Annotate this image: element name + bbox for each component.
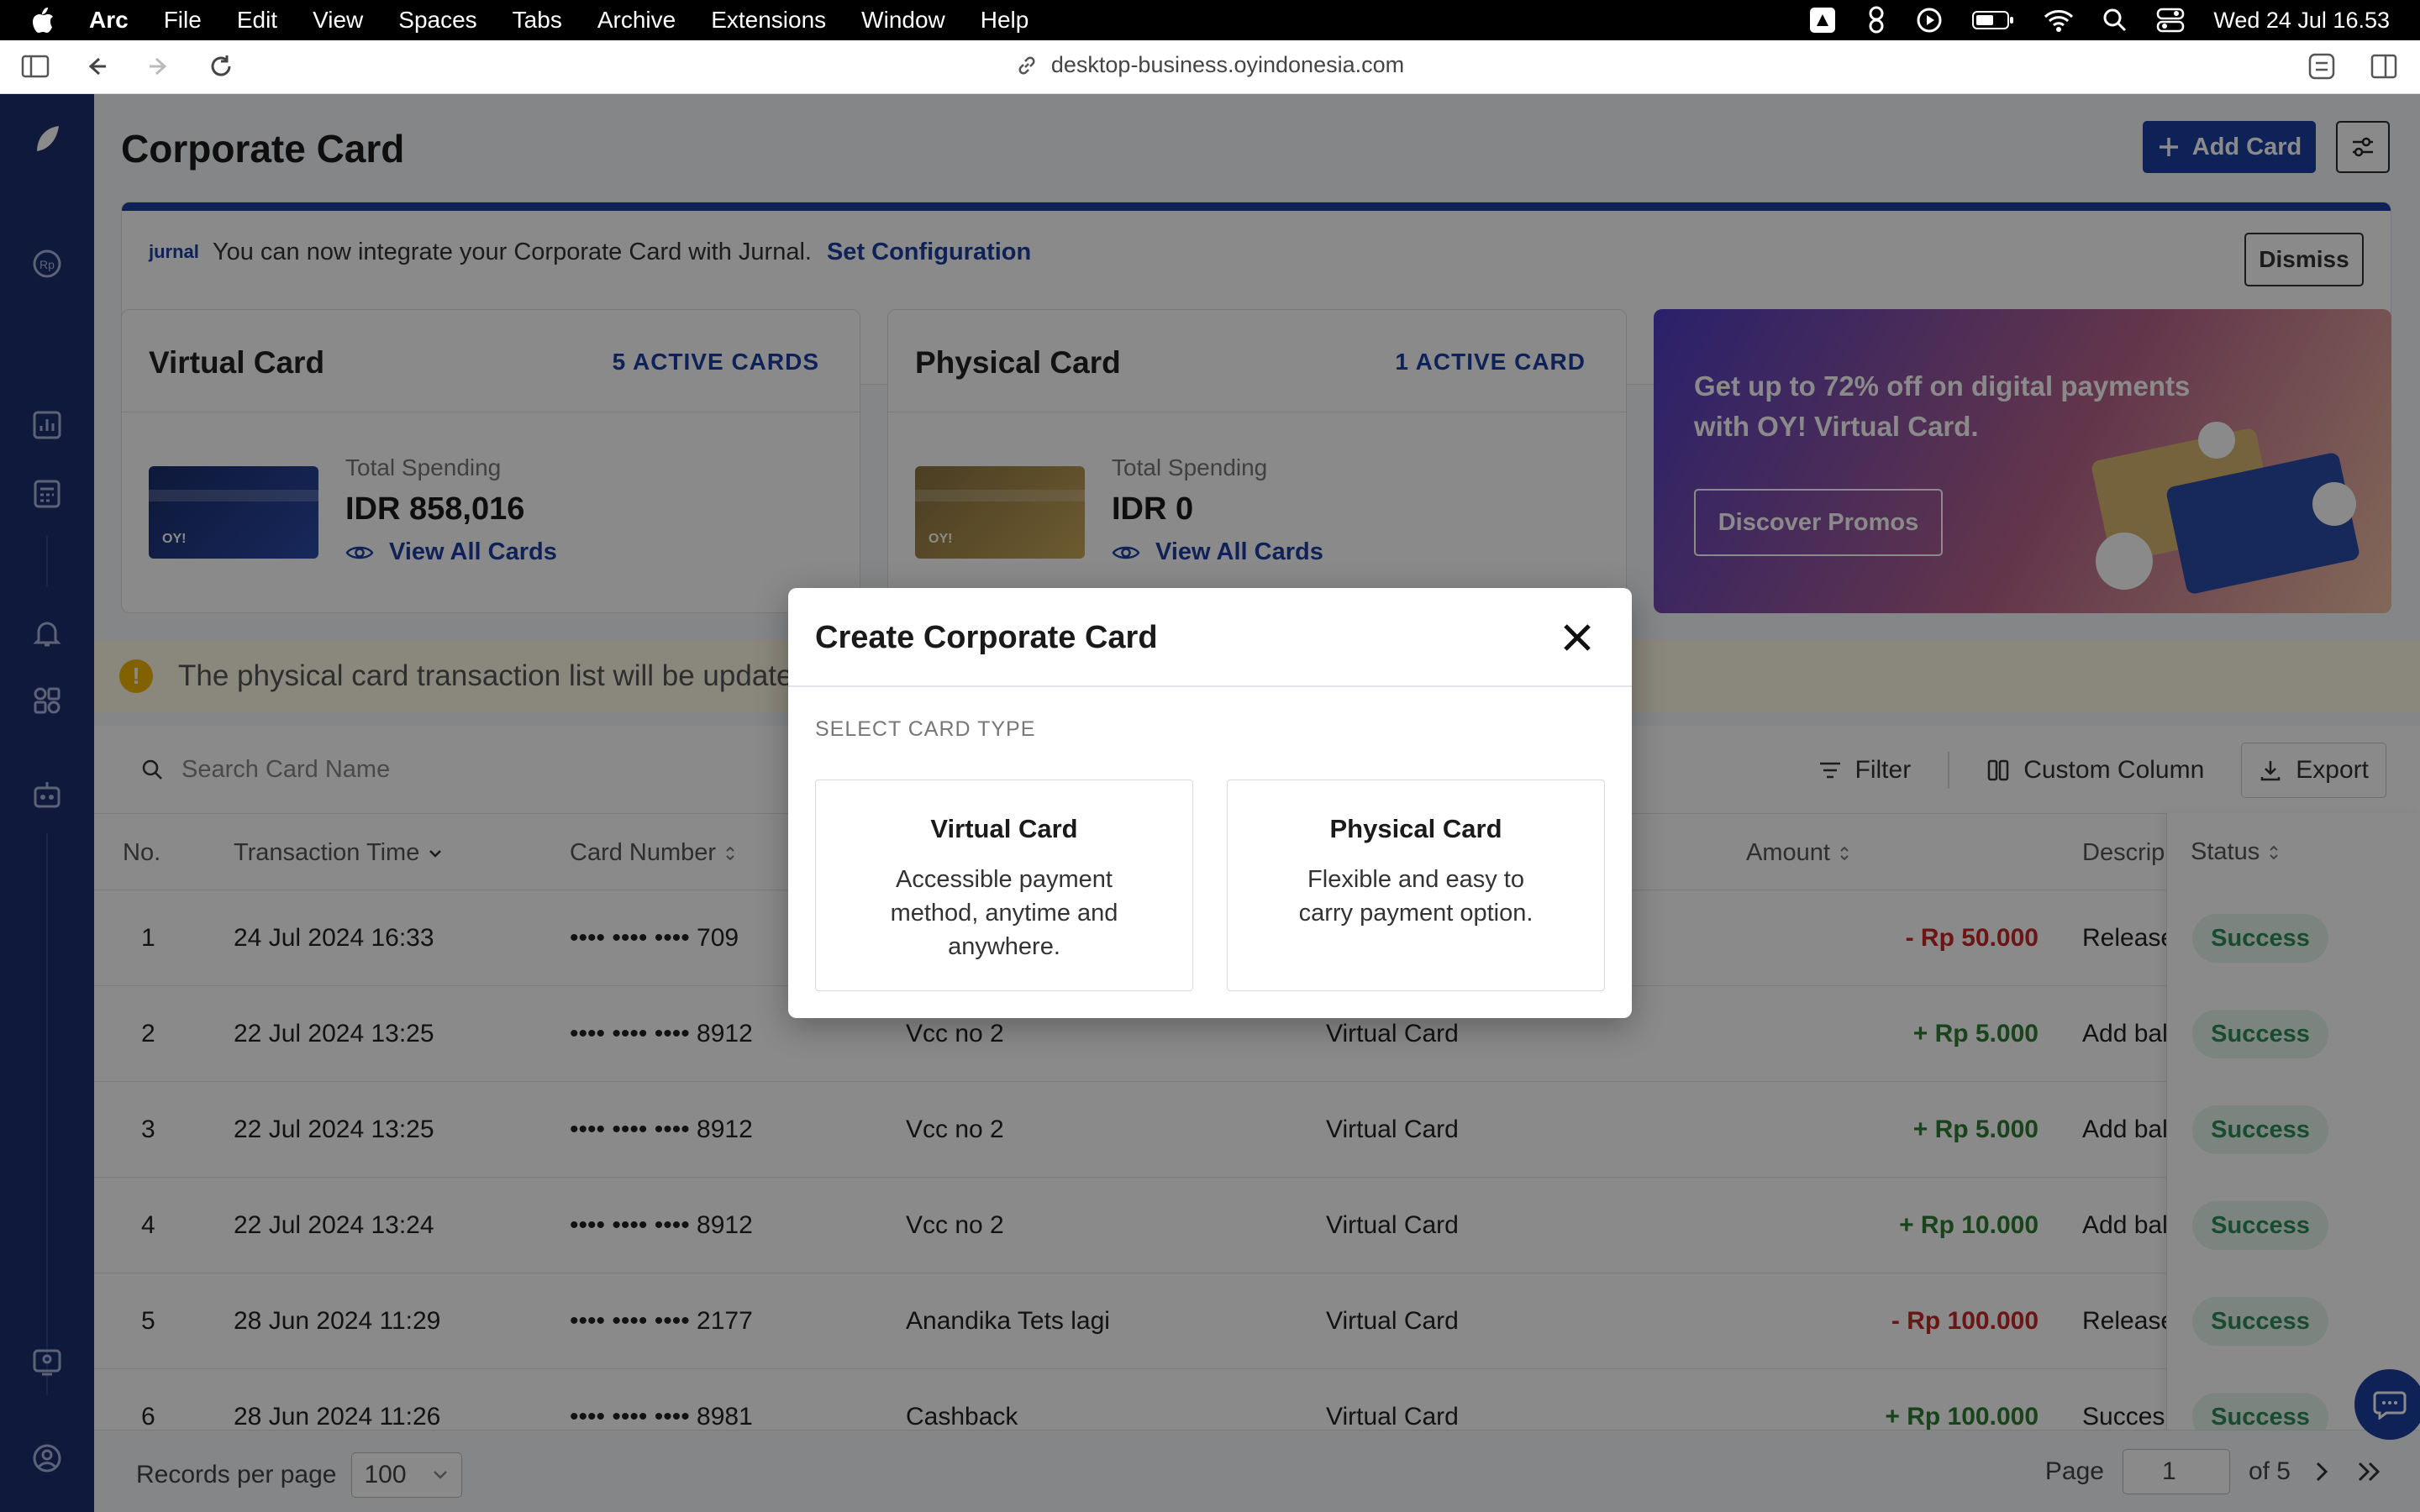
physical-option-title: Physical Card xyxy=(1329,814,1502,843)
url-text: desktop-business.oyindonesia.com xyxy=(1050,52,1405,77)
spotlight-search-icon[interactable] xyxy=(2102,8,2128,33)
modal-title: Create Corporate Card xyxy=(815,620,1158,655)
virtual-option-title: Virtual Card xyxy=(930,814,1078,843)
url-bar[interactable]: desktop-business.oyindonesia.com xyxy=(0,52,2420,78)
menu-file[interactable]: File xyxy=(164,7,202,34)
drive-icon[interactable] xyxy=(1808,6,1837,34)
extensions-icon[interactable] xyxy=(2307,52,2336,81)
virtual-card-option[interactable]: Virtual Card Accessible payment method, … xyxy=(815,780,1193,991)
select-card-type-label: SELECT CARD TYPE xyxy=(815,717,1036,741)
control-center-icon[interactable] xyxy=(2156,8,2185,33)
menu-tabs[interactable]: Tabs xyxy=(513,7,562,34)
menu-view[interactable]: View xyxy=(313,7,363,34)
menubar-clock[interactable]: Wed 24 Jul 16.53 xyxy=(2213,8,2390,34)
close-icon[interactable] xyxy=(1560,620,1595,655)
modal-header: Create Corporate Card xyxy=(788,588,1632,687)
apple-icon[interactable] xyxy=(30,6,64,34)
menu-extensions[interactable]: Extensions xyxy=(711,7,826,34)
virtual-option-desc: Accessible payment method, anytime and a… xyxy=(890,866,1118,960)
play-icon[interactable] xyxy=(1916,7,1943,34)
create-card-modal: Create Corporate Card SELECT CARD TYPE V… xyxy=(788,588,1632,1018)
menu-arc[interactable]: Arc xyxy=(89,7,129,34)
gpu-icon[interactable] xyxy=(1865,5,1887,35)
physical-card-option[interactable]: Physical Card Flexible and easy to carry… xyxy=(1227,780,1605,991)
wifi-icon[interactable] xyxy=(2044,8,2074,32)
physical-option-desc: Flexible and easy to carry payment optio… xyxy=(1298,866,1534,927)
browser-toolbar: desktop-business.oyindonesia.com xyxy=(0,40,2420,94)
macos-menubar: Arc File Edit View Spaces Tabs Archive E… xyxy=(0,0,2420,40)
menu-window[interactable]: Window xyxy=(861,7,945,34)
menu-help[interactable]: Help xyxy=(981,7,1029,34)
menu-spaces[interactable]: Spaces xyxy=(398,7,476,34)
menu-edit[interactable]: Edit xyxy=(237,7,277,34)
status-area: Wed 24 Jul 16.53 xyxy=(1808,0,2390,40)
split-view-icon[interactable] xyxy=(2370,52,2398,81)
battery-icon[interactable] xyxy=(1971,9,2015,31)
link-icon xyxy=(1016,55,1038,76)
menu-archive[interactable]: Archive xyxy=(597,7,676,34)
